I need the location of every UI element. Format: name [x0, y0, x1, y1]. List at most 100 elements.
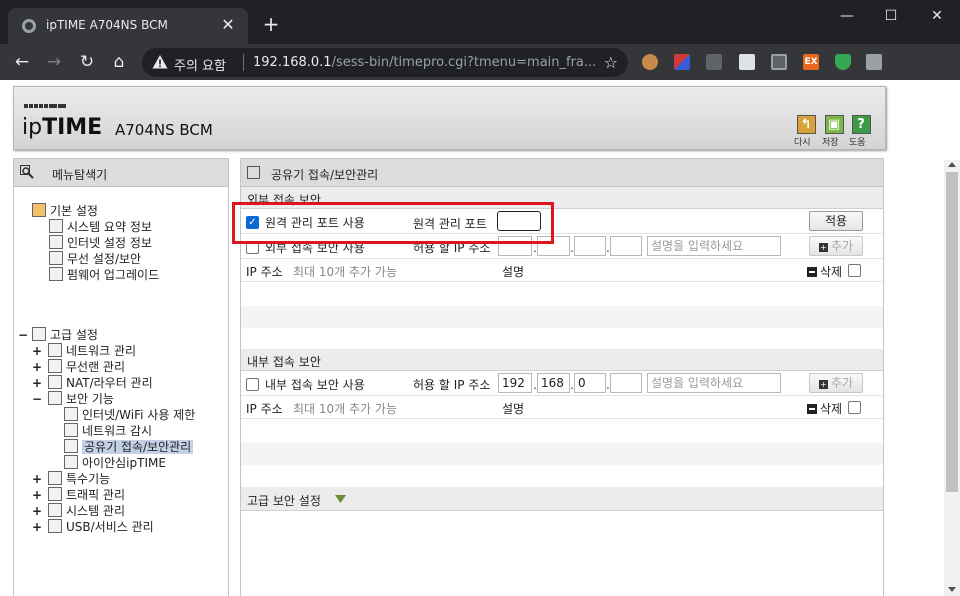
scroll-down-icon — [948, 587, 956, 592]
url-host: 192.168.0.1 — [253, 55, 332, 70]
menu-security-features[interactable]: − 보안 기능 — [32, 391, 114, 407]
model-name: A704NS BCM — [115, 121, 213, 139]
cookie-icon[interactable] — [642, 54, 658, 70]
folder-icon — [32, 327, 46, 341]
security-label[interactable]: 주의 요함 — [174, 55, 226, 74]
int-description-input[interactable]: 설명을 입력하세요 — [647, 373, 781, 393]
warning-icon[interactable] — [152, 54, 168, 70]
chart-icon — [49, 219, 63, 233]
menu-internet-wifi-limit[interactable]: 인터넷/WiFi 사용 제한 — [64, 407, 195, 423]
address-bar[interactable]: 주의 요함 192.168.0.1/sess-bin/timepro.cgi?t… — [142, 48, 628, 77]
menu-basic-settings[interactable]: 기본 설정 — [32, 203, 98, 219]
ext-add-button[interactable]: + 추가 — [809, 236, 863, 256]
folder-icon — [32, 203, 46, 217]
chart-icon — [48, 503, 62, 517]
int-delete-all-checkbox[interactable] — [848, 401, 861, 414]
save-button[interactable]: ▣ 저장 — [822, 115, 846, 148]
internal-access-row: 내부 접속 보안 사용 허용 할 IP 주소 192 . 168 . 0 . 설… — [241, 372, 883, 396]
ext-list-header: IP 주소 최대 10개 추가 가능 설명 삭제 — [241, 260, 883, 282]
forward-icon[interactable]: → — [42, 50, 66, 74]
plus-icon: + — [818, 380, 828, 389]
lock-icon — [48, 391, 62, 405]
help-icon: ? — [851, 115, 871, 134]
save-label: 저장 — [822, 138, 839, 148]
router-page: ipTIME A704NS BCM ↰ 다시 ▣ 저장 ? 도움 메뉴탐색기 기… — [0, 80, 960, 596]
menu-network[interactable]: + 네트워크 관리 — [32, 343, 136, 359]
shield-icon[interactable] — [835, 54, 851, 70]
int-ip-octet-2[interactable]: 168 — [537, 373, 570, 393]
tab-title: ipTIME A704NS BCM — [46, 18, 168, 32]
plus-icon: + — [818, 243, 828, 252]
menu-system-summary[interactable]: 시스템 요약 정보 — [49, 219, 152, 235]
menu-wireless-security[interactable]: 무선 설정/보안 — [49, 251, 141, 267]
minimize-button[interactable]: — — [832, 6, 862, 26]
page-icon — [64, 407, 78, 421]
panel-title: 공유기 접속/보안관리 — [271, 168, 379, 182]
document-icon[interactable] — [739, 54, 755, 70]
back-icon[interactable]: ← — [10, 50, 34, 74]
refresh-button[interactable]: ↰ 다시 — [794, 115, 818, 148]
ext-ip-octet-3[interactable] — [574, 236, 606, 256]
camera-icon[interactable] — [771, 54, 787, 70]
upgrade-icon — [49, 267, 63, 281]
usb-icon — [48, 519, 62, 533]
expand-triangle-icon[interactable] — [335, 495, 346, 503]
int-add-button[interactable]: + 추가 — [809, 373, 863, 393]
panel-header: 공유기 접속/보안관리 — [241, 159, 883, 187]
int-empty-row — [241, 443, 883, 465]
puzzle-icon[interactable] — [866, 54, 882, 70]
reload-icon[interactable]: ↻ — [75, 50, 99, 74]
apply-button[interactable]: 적용 — [809, 211, 863, 231]
menu-system[interactable]: + 시스템 관리 — [32, 503, 125, 519]
help-label: 도움 — [849, 138, 866, 148]
reader-icon[interactable] — [706, 54, 722, 70]
browser-toolbar: ← → ↻ ⌂ 주의 요함 192.168.0.1/sess-bin/timep… — [0, 44, 960, 116]
int-ip-octet-3[interactable]: 0 — [574, 373, 606, 393]
maximize-button[interactable]: ☐ — [876, 6, 906, 26]
router-icon — [48, 375, 62, 389]
url-text[interactable]: 192.168.0.1/sess-bin/timepro.cgi?tmenu=m… — [253, 55, 596, 70]
advanced-security-title: 고급 보안 설정 — [247, 494, 321, 508]
scroll-thumb[interactable] — [946, 172, 958, 492]
menu-iansim-iptime[interactable]: 아이안심ipTIME — [64, 455, 166, 471]
magnifier-icon — [20, 165, 34, 179]
router-header: ipTIME A704NS BCM ↰ 다시 ▣ 저장 ? 도움 — [13, 86, 886, 150]
url-path: /sess-bin/timepro.cgi?tmenu=main_fra... — [331, 55, 597, 70]
browser-tab[interactable]: ipTIME A704NS BCM ✕ — [8, 8, 248, 44]
tab-close-icon[interactable]: ✕ — [218, 15, 238, 35]
ext-description-input[interactable]: 설명을 입력하세요 — [647, 236, 781, 256]
menu-nat-router[interactable]: + NAT/라우터 관리 — [32, 375, 153, 391]
internal-access-checkbox[interactable] — [246, 378, 259, 391]
menu-advanced-settings[interactable]: − 고급 설정 — [18, 327, 98, 343]
ext-delete-all[interactable]: 삭제 — [807, 263, 842, 280]
ext-ip-octet-4[interactable] — [610, 236, 642, 256]
new-tab-button[interactable]: + — [258, 12, 284, 36]
page-scrollbar[interactable] — [944, 160, 960, 596]
internal-security-header: 내부 접속 보안 — [241, 349, 883, 371]
menu-traffic[interactable]: + 트래픽 관리 — [32, 487, 125, 503]
help-button[interactable]: ? 도움 — [849, 115, 873, 148]
colorful-icon[interactable] — [674, 54, 690, 70]
menu-network-monitor[interactable]: 네트워크 감시 — [64, 423, 152, 439]
int-col-ip: IP 주소 — [246, 402, 283, 416]
int-delete-all[interactable]: 삭제 — [807, 400, 842, 417]
ext-delete-all-checkbox[interactable] — [848, 264, 861, 277]
menu-internet-info[interactable]: 인터넷 설정 정보 — [49, 235, 152, 251]
menu-special-features[interactable]: + 특수기능 — [32, 471, 110, 487]
close-window-button[interactable]: ✕ — [922, 6, 952, 26]
menu-firmware-upgrade[interactable]: 펌웨어 업그레이드 — [49, 267, 159, 283]
page-icon — [64, 439, 78, 453]
ex-icon[interactable]: EX — [803, 54, 819, 70]
wireless-icon — [48, 359, 62, 373]
scroll-up-icon — [948, 162, 956, 167]
ext-col-ip: IP 주소 — [246, 265, 283, 279]
menu-router-access-security[interactable]: 공유기 접속/보안관리 — [64, 439, 194, 455]
int-ip-octet-1[interactable]: 192 — [498, 373, 532, 393]
home-icon[interactable]: ⌂ — [107, 50, 131, 74]
int-ip-octet-4[interactable] — [610, 373, 642, 393]
int-col-ip-hint: 최대 10개 추가 가능 — [293, 402, 397, 416]
menu-wireless-lan[interactable]: + 무선랜 관리 — [32, 359, 125, 375]
bookmark-star-icon[interactable]: ☆ — [604, 53, 618, 72]
menu-usb-service[interactable]: + USB/서비스 관리 — [32, 519, 154, 535]
advanced-security-header[interactable]: 고급 보안 설정 — [241, 487, 883, 511]
